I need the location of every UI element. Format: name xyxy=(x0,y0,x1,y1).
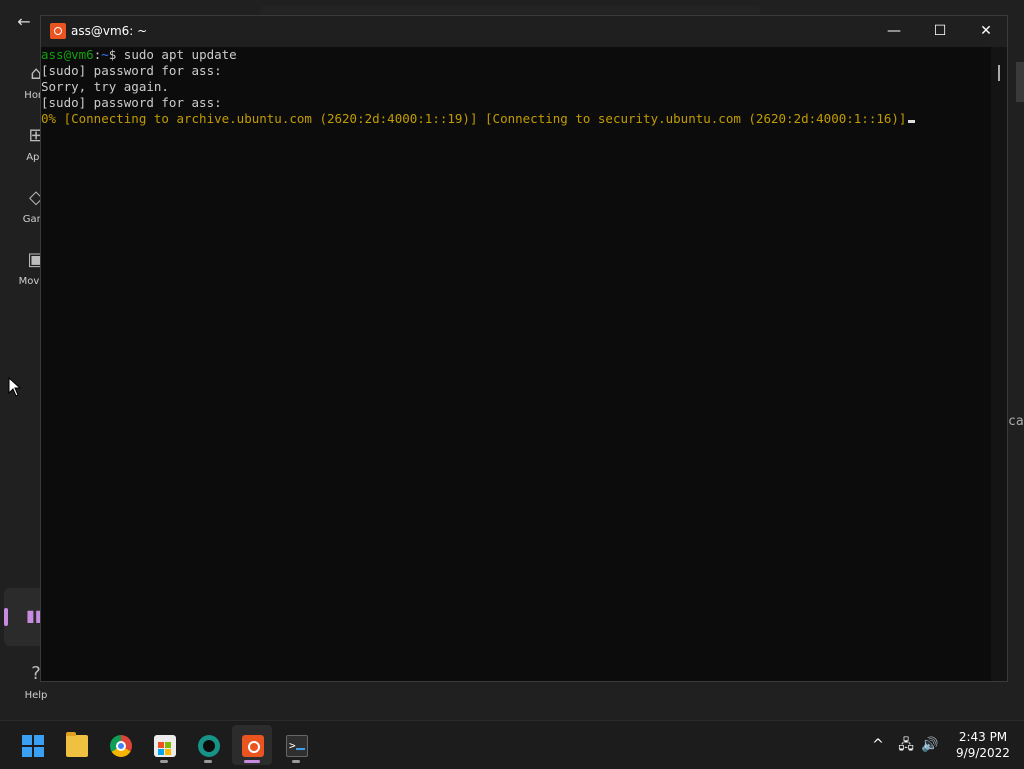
store-icon xyxy=(154,735,176,757)
ubuntu-icon xyxy=(50,23,66,39)
folder-icon xyxy=(66,732,88,757)
output-line: [sudo] password for ass: xyxy=(41,95,222,110)
scrollbar[interactable] xyxy=(991,47,1007,681)
start-button[interactable] xyxy=(12,725,52,765)
apt-progress-text: 0% [Connecting to archive.ubuntu.com (26… xyxy=(41,111,907,126)
status-line: 0% [Connecting to archive.ubuntu.com (26… xyxy=(41,111,991,127)
taskbar: > ^ 🖧 🔊 2:43 PM 9/9/2022 xyxy=(0,720,1024,768)
gitkraken-icon xyxy=(198,735,220,757)
clock[interactable]: 2:43 PM 9/9/2022 xyxy=(948,729,1018,761)
taskbar-microsoft-store[interactable] xyxy=(144,725,184,765)
output-line: Sorry, try again. xyxy=(41,79,169,94)
maximize-button[interactable]: ☐ xyxy=(917,16,963,47)
background-panel-edge xyxy=(1016,62,1024,102)
background-text-fragment: ca xyxy=(1008,414,1024,429)
clock-date: 9/9/2022 xyxy=(956,746,1010,760)
taskbar-ubuntu[interactable] xyxy=(232,725,272,765)
volume-icon[interactable]: 🔊 xyxy=(920,735,940,755)
prompt-line: ass@vm6:~$ sudo apt update xyxy=(41,47,991,63)
close-button[interactable]: ✕ xyxy=(963,16,1009,47)
ubuntu-icon xyxy=(242,735,264,757)
scroll-thumb[interactable] xyxy=(998,65,1000,81)
clock-time: 2:43 PM xyxy=(958,730,1008,744)
title-bar[interactable]: ass@vm6: ~ — ☐ ✕ xyxy=(41,16,1007,47)
network-icon[interactable]: 🖧 xyxy=(896,735,916,755)
back-arrow-icon[interactable]: ← xyxy=(14,12,34,32)
nav-item-label: Help xyxy=(24,690,48,701)
command-text: sudo apt update xyxy=(116,47,237,62)
windows-logo-icon xyxy=(22,735,44,757)
terminal-window[interactable]: ass@vm6: ~ — ☐ ✕ ass@vm6:~$ sudo apt upd… xyxy=(40,15,1008,682)
running-indicator xyxy=(292,760,300,763)
chrome-icon xyxy=(110,735,132,757)
running-indicator xyxy=(160,760,168,763)
prompt-user: ass@vm6 xyxy=(41,47,94,62)
taskbar-windows-terminal[interactable]: > xyxy=(276,725,316,765)
active-indicator xyxy=(244,760,260,763)
text-cursor xyxy=(908,120,916,123)
terminal-output[interactable]: ass@vm6:~$ sudo apt update [sudo] passwo… xyxy=(41,47,991,681)
prompt-path: ~ xyxy=(101,47,109,62)
selection-indicator xyxy=(4,608,8,626)
window-title: ass@vm6: ~ xyxy=(71,24,148,38)
taskbar-file-explorer[interactable] xyxy=(56,725,96,765)
terminal-icon: > xyxy=(286,735,308,757)
running-indicator xyxy=(204,760,212,763)
chevron-up-icon[interactable]: ^ xyxy=(868,735,888,755)
taskbar-chrome[interactable] xyxy=(100,725,140,765)
minimize-button[interactable]: — xyxy=(871,16,917,47)
taskbar-gitkraken[interactable] xyxy=(188,725,228,765)
output-line: [sudo] password for ass: xyxy=(41,63,222,78)
